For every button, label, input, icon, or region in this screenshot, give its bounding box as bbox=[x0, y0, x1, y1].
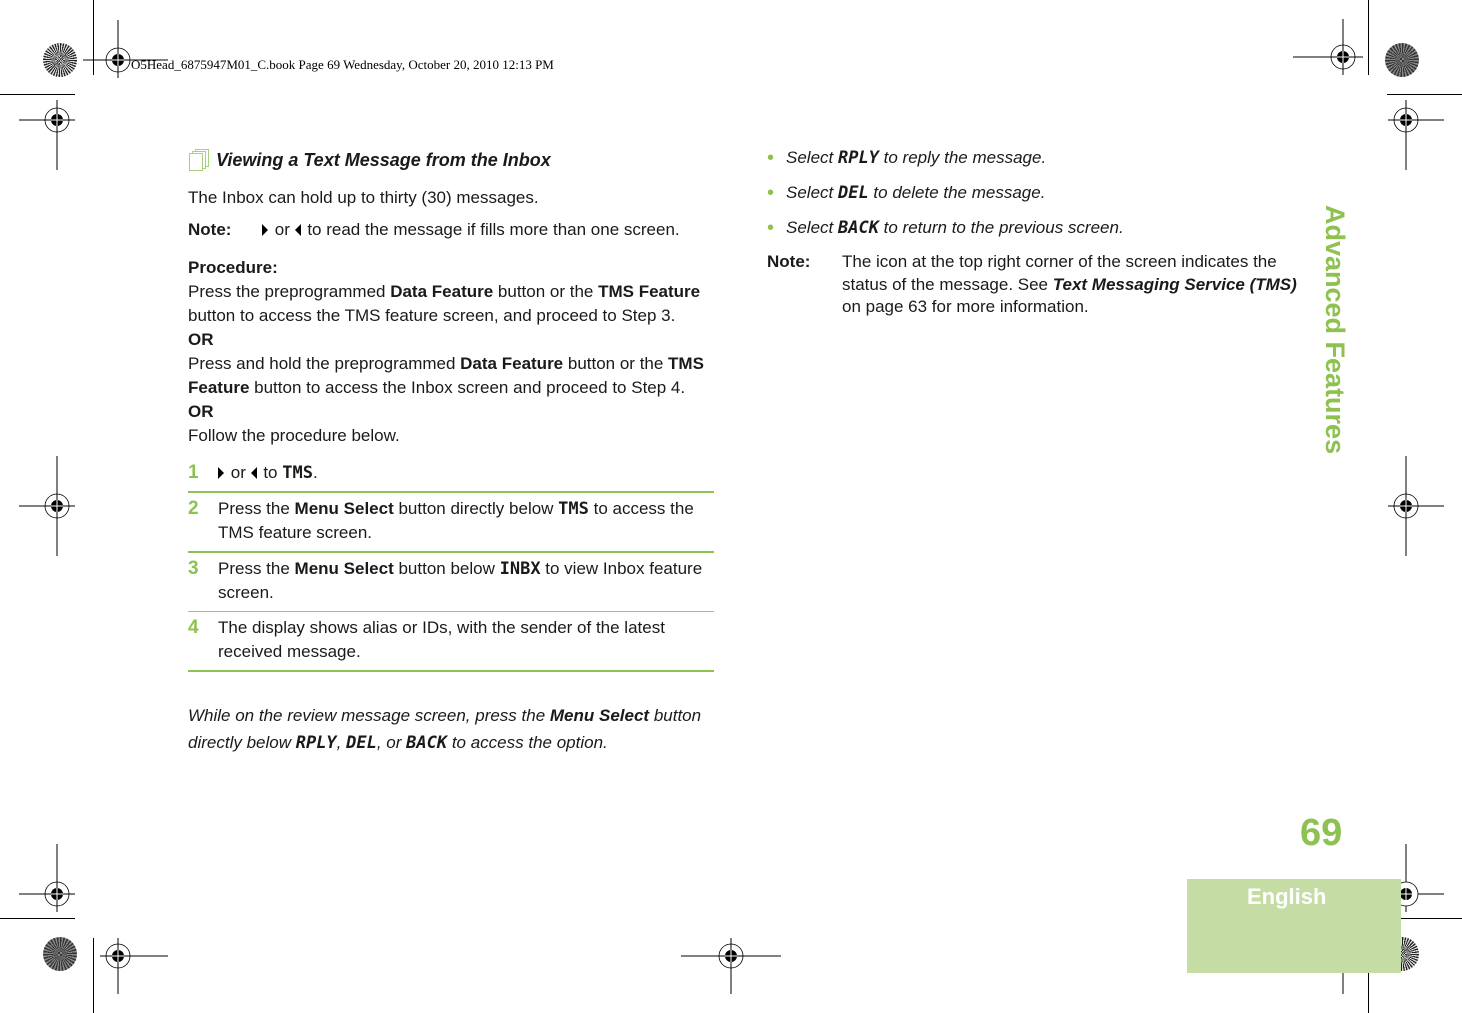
chapter-side-title: Advanced Features bbox=[1320, 205, 1350, 455]
steps-list: 1 or to TMS. 2 Press the Menu Select but… bbox=[188, 457, 714, 672]
note-text: or to read the message if fills more tha… bbox=[262, 218, 680, 242]
procedure-block: Procedure: Press the preprogrammed Data … bbox=[188, 256, 714, 448]
procedure-heading: Procedure: bbox=[188, 258, 278, 277]
step-text: The display shows alias or IDs, with the… bbox=[218, 618, 665, 661]
bullet-icon: • bbox=[767, 182, 775, 204]
note-block: Note: or to read the message if fills mo… bbox=[188, 218, 714, 242]
language-tab: English bbox=[1187, 879, 1401, 973]
procedure-option-1: Press the preprogrammed Data Feature but… bbox=[188, 282, 701, 325]
intro-text: The Inbox can hold up to thirty (30) mes… bbox=[188, 188, 539, 207]
section-title: Viewing a Text Message from the Inbox bbox=[216, 150, 551, 170]
note-block: Note: The icon at the top right corner o… bbox=[767, 251, 1297, 319]
note-text: The icon at the top right corner of the … bbox=[842, 252, 1297, 316]
option-bullet: • Select DEL to delete the message. bbox=[767, 182, 1046, 204]
section-heading: Viewing a Text Message from the Inbox bbox=[188, 148, 714, 172]
bullet-icon: • bbox=[767, 217, 775, 239]
book-slug: O5Head_6875947M01_C.book Page 69 Wednesd… bbox=[131, 57, 554, 72]
note-label: Note: bbox=[188, 220, 232, 239]
bullet-icon: • bbox=[767, 147, 775, 169]
registration-mark-icon bbox=[19, 100, 75, 170]
or-separator: OR bbox=[188, 330, 214, 349]
step-number: 4 bbox=[188, 617, 199, 638]
step-item: 2 Press the Menu Select button directly … bbox=[188, 493, 714, 553]
step-text: Press the Menu Select button directly be… bbox=[218, 499, 694, 542]
page-number: 69 bbox=[1300, 812, 1343, 854]
step-text: or to TMS. bbox=[218, 461, 318, 485]
step-number: 2 bbox=[188, 498, 199, 519]
registration-mark-icon bbox=[1388, 456, 1444, 556]
step-item: 4 The display shows alias or IDs, with t… bbox=[188, 612, 714, 672]
or-separator: OR bbox=[188, 402, 214, 421]
left-column: Viewing a Text Message from the Inbox Th… bbox=[188, 148, 714, 757]
registration-mark-icon bbox=[1388, 100, 1444, 170]
language-label: English bbox=[1247, 884, 1327, 909]
pages-icon bbox=[188, 149, 210, 171]
registration-mark-icon bbox=[681, 938, 781, 994]
procedure-option-3: Follow the procedure below. bbox=[188, 426, 400, 445]
left-arrow-icon bbox=[294, 224, 301, 236]
step-text: Press the Menu Select button below INBX … bbox=[218, 559, 703, 602]
step-item: 1 or to TMS. bbox=[188, 457, 714, 493]
option-bullet: • Select RPLY to reply the message. bbox=[767, 147, 1047, 169]
right-arrow-icon bbox=[262, 224, 268, 236]
registration-mark-icon bbox=[100, 938, 168, 994]
procedure-option-2: Press and hold the preprogrammed Data Fe… bbox=[188, 354, 704, 397]
step-number: 1 bbox=[188, 462, 199, 483]
closing-paragraph: While on the review message screen, pres… bbox=[188, 706, 702, 753]
left-arrow-icon bbox=[250, 467, 257, 479]
right-arrow-icon bbox=[218, 467, 224, 479]
note-label: Note: bbox=[767, 252, 811, 271]
registration-mark-icon bbox=[19, 456, 75, 556]
right-column: • Select RPLY to reply the message. • Se… bbox=[767, 146, 1297, 319]
step-item: 3 Press the Menu Select button below INB… bbox=[188, 553, 714, 612]
step-number: 3 bbox=[188, 558, 199, 579]
option-bullet: • Select BACK to return to the previous … bbox=[767, 217, 1124, 239]
cross-reference-link[interactable]: Text Messaging Service (TMS) bbox=[1053, 275, 1297, 294]
